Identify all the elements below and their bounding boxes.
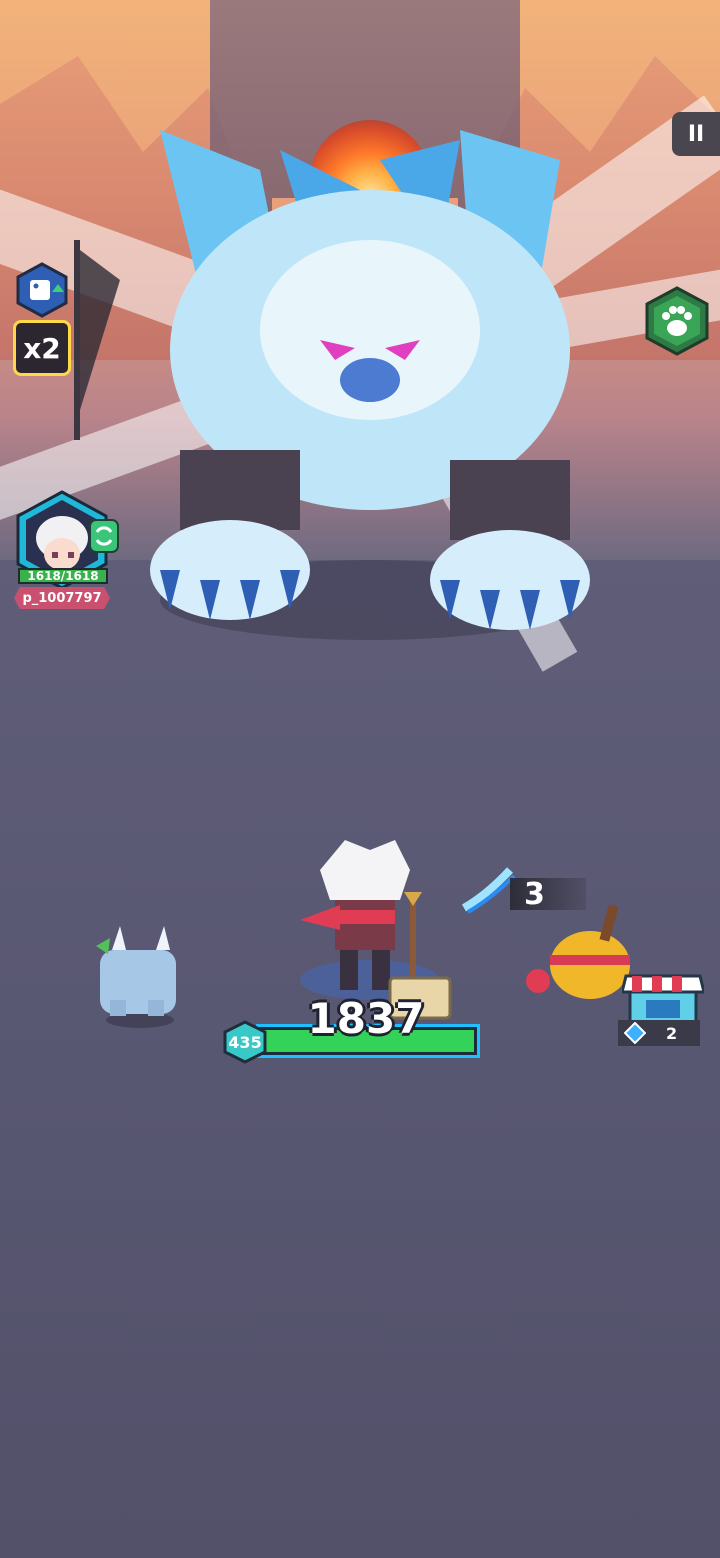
ice-yeti-boss[interactable] — [140, 130, 600, 630]
paw-icon[interactable] — [644, 286, 710, 356]
pause-button[interactable]: II — [672, 112, 720, 156]
dice-speed-icon[interactable] — [16, 262, 68, 318]
player-hp-bar: 1618/1618 — [18, 568, 108, 584]
shop-stall-icon[interactable] — [622, 966, 704, 1026]
banner-flag — [74, 240, 120, 440]
speed-x2-label: x2 — [23, 331, 61, 365]
blue-gem-icon — [624, 1022, 646, 1044]
swap-icon[interactable] — [88, 518, 120, 554]
arena-floor — [0, 560, 720, 1558]
hero-level: 435 — [228, 1032, 262, 1052]
player-hp-text: 1618/1618 — [27, 569, 99, 583]
battle-scene: II x2 1618/1618 p_1007797 3 1837 435 2 — [0, 0, 720, 1558]
pause-icon: II — [687, 121, 705, 147]
gem-counter: 2 — [618, 1020, 700, 1046]
slash-icon — [461, 867, 516, 914]
ice-companion-creature — [96, 926, 176, 1028]
hero-character — [300, 840, 452, 1020]
speed-x2-button[interactable]: x2 — [13, 320, 71, 376]
player-name-tag: p_1007797 — [14, 587, 110, 609]
player-name: p_1007797 — [22, 590, 102, 606]
hero-hp-value: 1837 — [307, 994, 425, 1043]
gem-count: 2 — [666, 1023, 678, 1043]
